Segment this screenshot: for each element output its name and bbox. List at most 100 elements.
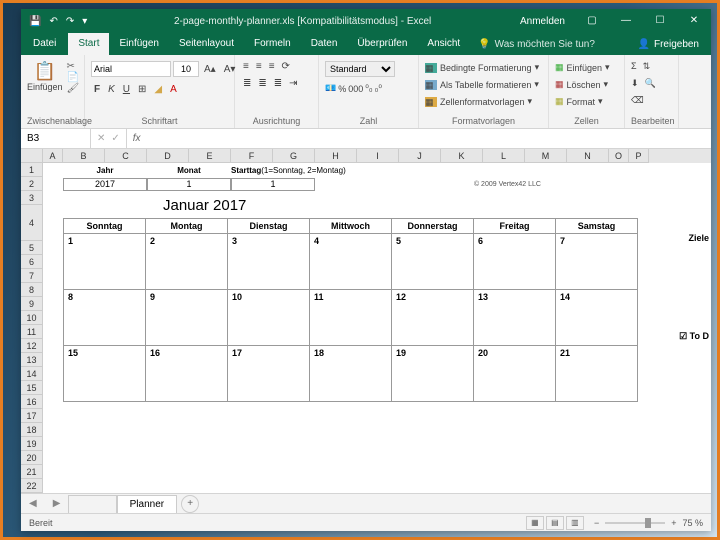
col-header[interactable]: N — [567, 149, 609, 163]
cal-cell[interactable]: 20 — [474, 346, 556, 402]
sort-filter-icon[interactable]: ⇅ — [643, 61, 651, 72]
conditional-formatting-button[interactable]: ▦Bedingte Formatierung ▾ — [425, 61, 539, 74]
undo-icon[interactable]: ↶ — [49, 16, 57, 27]
minimize-icon[interactable]: — — [609, 9, 643, 33]
row-header[interactable]: 8 — [21, 283, 42, 297]
col-header[interactable]: F — [231, 149, 273, 163]
decrease-decimal-icon[interactable]: ₀⁰ — [375, 83, 382, 94]
row-header[interactable]: 6 — [21, 255, 42, 269]
align-top-icon[interactable]: ≡ — [241, 61, 251, 72]
tab-page-layout[interactable]: Seitenlayout — [169, 33, 244, 55]
insert-cells-button[interactable]: ▦Einfügen ▾ — [555, 61, 610, 74]
align-right-icon[interactable]: ≣ — [272, 78, 284, 89]
italic-button[interactable]: K — [105, 83, 118, 96]
find-icon[interactable]: 🔍 — [645, 78, 656, 89]
tab-view[interactable]: Ansicht — [417, 33, 470, 55]
sign-in-link[interactable]: Anmelden — [510, 16, 575, 27]
zoom-out-button[interactable]: − — [594, 518, 599, 528]
tab-review[interactable]: Überprüfen — [347, 33, 417, 55]
font-color-button[interactable]: A — [167, 83, 180, 96]
cal-cell[interactable]: 4 — [310, 234, 392, 290]
row-header[interactable]: 15 — [21, 381, 42, 395]
cal-cell[interactable]: 15 — [64, 346, 146, 402]
cal-cell[interactable]: 19 — [392, 346, 474, 402]
col-header[interactable]: E — [189, 149, 231, 163]
col-header[interactable]: L — [483, 149, 525, 163]
tab-insert[interactable]: Einfügen — [109, 33, 168, 55]
row-header[interactable]: 14 — [21, 367, 42, 381]
row-header[interactable]: 18 — [21, 423, 42, 437]
add-sheet-button[interactable]: + — [181, 495, 199, 513]
tab-file[interactable]: Datei — [21, 33, 68, 55]
tab-formulas[interactable]: Formeln — [244, 33, 301, 55]
autosum-icon[interactable]: Σ — [631, 61, 637, 72]
row-header[interactable]: 22 — [21, 479, 42, 493]
col-header[interactable]: A — [43, 149, 63, 163]
cal-cell[interactable]: 2 — [146, 234, 228, 290]
fill-color-button[interactable]: ◢ — [151, 83, 165, 96]
col-header[interactable]: H — [315, 149, 357, 163]
comma-icon[interactable]: 000 — [348, 84, 363, 94]
sheet-tab-planner[interactable]: Planner — [117, 495, 177, 513]
row-header[interactable]: 7 — [21, 269, 42, 283]
page-layout-view-icon[interactable]: ▤ — [546, 516, 564, 530]
row-header[interactable]: 4 — [21, 205, 42, 241]
fx-label[interactable]: fx — [127, 133, 147, 144]
sheet-tab-hidden[interactable] — [68, 495, 116, 513]
col-header[interactable]: D — [147, 149, 189, 163]
sheet-nav-prev-icon[interactable]: ◀ — [21, 498, 45, 509]
qat-customize-icon[interactable]: ▾ — [82, 16, 87, 27]
cal-cell[interactable]: 3 — [228, 234, 310, 290]
cal-cell[interactable]: 9 — [146, 290, 228, 346]
align-middle-icon[interactable]: ≡ — [254, 61, 264, 72]
row-header[interactable]: 3 — [21, 191, 42, 205]
number-format-select[interactable]: Standard — [325, 61, 395, 77]
zoom-slider[interactable] — [605, 522, 665, 524]
copy-icon[interactable]: 📄 — [67, 72, 80, 83]
row-header[interactable]: 1 — [21, 163, 42, 177]
col-header[interactable]: P — [629, 149, 649, 163]
cal-cell[interactable]: 1 — [64, 234, 146, 290]
border-button[interactable]: ⊞ — [135, 83, 149, 96]
fill-icon[interactable]: ⬇ — [631, 78, 639, 89]
cal-cell[interactable]: 11 — [310, 290, 392, 346]
grow-font-icon[interactable]: A▴ — [201, 63, 219, 76]
close-icon[interactable]: ✕ — [677, 9, 711, 33]
page-break-view-icon[interactable]: ▥ — [566, 516, 584, 530]
zoom-in-button[interactable]: + — [671, 518, 676, 528]
worksheet-area[interactable]: 1 2 3 4 5 6 7 8 9 10 11 12 13 14 15 16 1… — [21, 149, 711, 493]
cal-cell[interactable]: 7 — [556, 234, 638, 290]
percent-icon[interactable]: % — [338, 84, 346, 94]
tab-data[interactable]: Daten — [301, 33, 348, 55]
row-header[interactable]: 13 — [21, 353, 42, 367]
cal-cell[interactable]: 18 — [310, 346, 392, 402]
align-left-icon[interactable]: ≣ — [241, 78, 253, 89]
row-header[interactable]: 21 — [21, 465, 42, 479]
row-header[interactable]: 2 — [21, 177, 42, 191]
row-header[interactable]: 5 — [21, 241, 42, 255]
orientation-icon[interactable]: ⟳ — [280, 61, 292, 72]
col-header[interactable]: C — [105, 149, 147, 163]
clear-icon[interactable]: ⌫ — [631, 95, 644, 106]
delete-cells-button[interactable]: ▦Löschen ▾ — [555, 78, 608, 91]
save-icon[interactable]: 💾 — [29, 16, 41, 27]
tell-me[interactable]: 💡Was möchten Sie tun? — [470, 33, 625, 55]
row-header[interactable]: 9 — [21, 297, 42, 311]
align-center-icon[interactable]: ≣ — [256, 78, 268, 89]
cal-cell[interactable]: 17 — [228, 346, 310, 402]
currency-icon[interactable]: 💶 — [325, 83, 336, 94]
underline-button[interactable]: U — [120, 83, 133, 96]
normal-view-icon[interactable]: ▦ — [526, 516, 544, 530]
enter-formula-icon[interactable]: ✓ — [111, 133, 119, 144]
bold-button[interactable]: F — [91, 83, 103, 96]
row-header[interactable]: 19 — [21, 437, 42, 451]
sheet-grid[interactable]: A B C D E F G H I J K L M N O P Jahr — [43, 149, 711, 493]
font-name-input[interactable] — [91, 61, 171, 77]
cell-styles-button[interactable]: ▦Zellenformatvorlagen ▾ — [425, 95, 532, 108]
cal-cell[interactable]: 5 — [392, 234, 474, 290]
format-painter-icon[interactable]: 🖌 — [67, 83, 80, 94]
format-cells-button[interactable]: ▦Format ▾ — [555, 95, 603, 108]
jahr-value[interactable]: 2017 — [63, 178, 147, 191]
cal-cell[interactable]: 6 — [474, 234, 556, 290]
row-header[interactable]: 11 — [21, 325, 42, 339]
